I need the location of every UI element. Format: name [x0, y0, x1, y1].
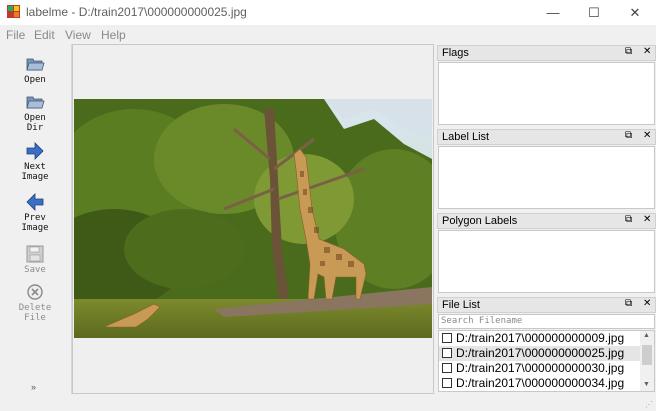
file-list[interactable]: D:/train2017\000000000009.jpg D:/train20… [438, 330, 655, 392]
file-checkbox[interactable] [442, 378, 452, 388]
file-name: D:/train2017\000000000009.jpg [456, 331, 625, 345]
search-filename-input[interactable]: Search Filename [438, 314, 655, 329]
file-list-item-selected[interactable]: D:/train2017\000000000025.jpg [439, 346, 654, 361]
label-list-title: Label List [442, 131, 490, 143]
file-list-item[interactable]: D:/train2017\000000000034.jpg [439, 376, 654, 391]
open-dir-button[interactable]: Open Dir [2, 92, 68, 133]
scroll-up-icon[interactable]: ▲ [643, 332, 650, 339]
prev-image-button[interactable]: Prev Image [2, 192, 68, 233]
labelme-app-icon [7, 5, 20, 18]
folder-open-icon [26, 58, 45, 71]
delete-file-label: Delete File [18, 303, 52, 323]
open-dir-label: Open Dir [24, 113, 46, 133]
file-checkbox[interactable] [442, 363, 452, 373]
canvas-image[interactable] [74, 99, 432, 338]
file-list-dock-title: File List ⧉ ✕ [437, 297, 656, 313]
polygon-labels-close-icon[interactable]: ✕ [643, 214, 651, 225]
next-image-label: Next Image [21, 162, 49, 182]
scroll-down-icon[interactable]: ▼ [643, 381, 650, 388]
arrow-left-icon [26, 193, 44, 211]
status-bar: ⋰ [0, 395, 656, 411]
polygon-labels-float-icon[interactable]: ⧉ [625, 214, 632, 225]
floppy-save-icon [26, 245, 44, 263]
file-list-float-icon[interactable]: ⧉ [625, 298, 632, 309]
window-title: labelme - D:/train2017\000000000025.jpg [26, 5, 247, 19]
open-button[interactable]: Open [2, 54, 68, 85]
flags-dock-title: Flags ⧉ ✕ [437, 45, 656, 61]
maximize-icon: ☐ [588, 4, 600, 20]
label-list-dock-title: Label List ⧉ ✕ [437, 129, 656, 145]
prev-image-label: Prev Image [21, 213, 49, 233]
open-label: Open [24, 75, 46, 85]
file-checkbox[interactable] [442, 348, 452, 358]
label-list[interactable] [438, 146, 655, 209]
arrow-right-icon [26, 142, 44, 160]
close-icon: ✕ [629, 4, 641, 20]
file-list-item[interactable]: D:/train2017\000000000009.jpg [439, 331, 654, 346]
minimize-button[interactable]: — [530, 0, 576, 25]
delete-file-button[interactable]: Delete File [2, 282, 68, 323]
flags-float-icon[interactable]: ⧉ [625, 46, 632, 57]
flags-close-icon[interactable]: ✕ [643, 46, 651, 57]
file-name: D:/train2017\000000000030.jpg [456, 361, 625, 375]
menu-bar: File Edit View Help [0, 26, 656, 44]
file-name: D:/train2017\000000000034.jpg [456, 376, 625, 390]
file-list-scrollbar[interactable]: ▲ ▼ [640, 331, 654, 391]
menu-help[interactable]: Help [101, 28, 126, 42]
save-label: Save [24, 265, 46, 275]
title-bar: labelme - D:/train2017\000000000025.jpg … [0, 0, 656, 25]
delete-circle-icon [27, 284, 43, 300]
menu-file[interactable]: File [6, 28, 25, 42]
file-name: D:/train2017\000000000025.jpg [456, 346, 625, 360]
minimize-icon: — [546, 5, 560, 20]
next-image-button[interactable]: Next Image [2, 141, 68, 182]
polygon-labels-title: Polygon Labels [442, 215, 518, 227]
label-list-dock: Label List ⧉ ✕ [437, 129, 656, 211]
save-button[interactable]: Save [2, 244, 68, 275]
flags-list[interactable] [438, 62, 655, 125]
label-list-close-icon[interactable]: ✕ [643, 130, 651, 141]
label-list-float-icon[interactable]: ⧉ [625, 130, 632, 141]
folder-dir-icon [26, 96, 45, 109]
file-checkbox[interactable] [442, 333, 452, 343]
menu-view[interactable]: View [65, 28, 91, 42]
file-list-title: File List [442, 299, 480, 311]
file-list-item[interactable]: D:/train2017\000000000030.jpg [439, 361, 654, 376]
file-list-dock: File List ⧉ ✕ Search Filename D:/train20… [437, 297, 656, 394]
polygon-labels-dock-title: Polygon Labels ⧉ ✕ [437, 213, 656, 229]
tool-bar: Open Open Dir Next Image Prev Image Save [0, 44, 72, 394]
scrollbar-thumb[interactable] [642, 345, 652, 365]
maximize-button[interactable]: ☐ [571, 0, 617, 25]
toolbar-more-icon[interactable]: » [31, 382, 36, 392]
polygon-labels-dock: Polygon Labels ⧉ ✕ [437, 213, 656, 295]
resize-grip-icon[interactable]: ⋰ [645, 400, 653, 409]
close-window-button[interactable]: ✕ [612, 0, 656, 25]
polygon-labels-list[interactable] [438, 230, 655, 293]
file-list-close-icon[interactable]: ✕ [643, 298, 651, 309]
menu-edit[interactable]: Edit [34, 28, 55, 42]
flags-title: Flags [442, 47, 469, 59]
flags-dock: Flags ⧉ ✕ [437, 45, 656, 127]
